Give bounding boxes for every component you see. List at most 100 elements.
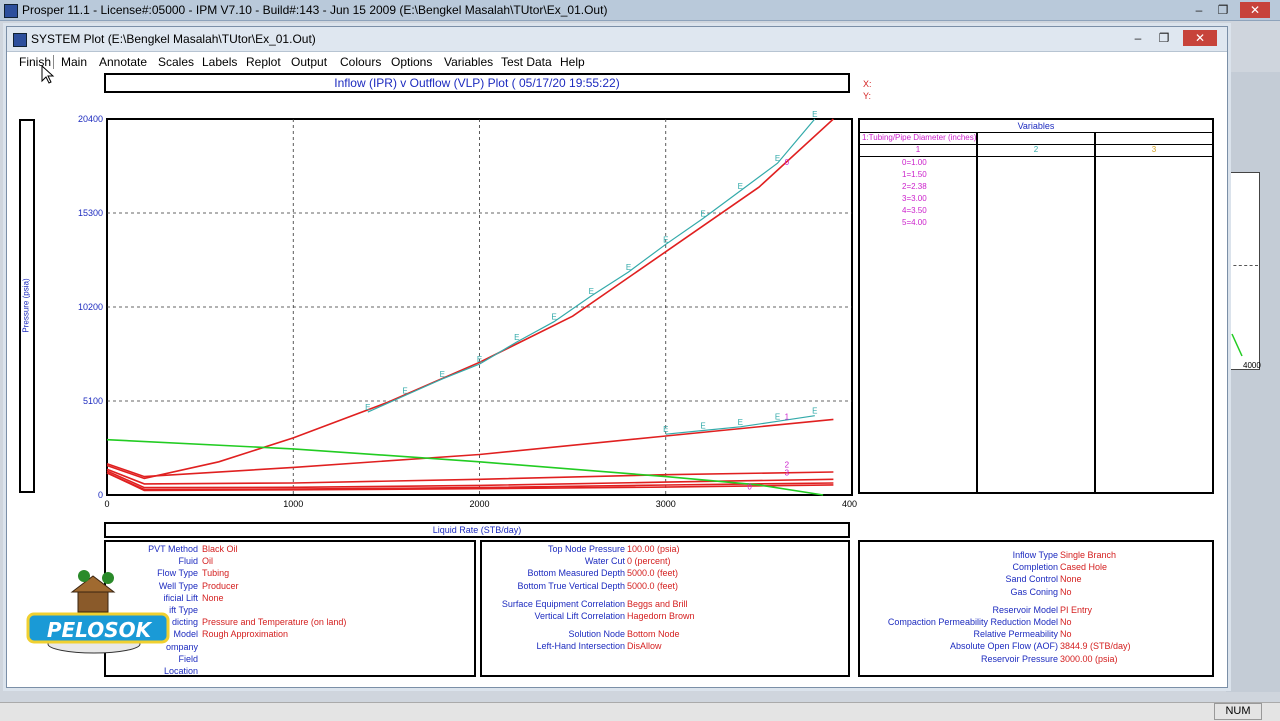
plot-minimize-icon[interactable]: – xyxy=(1127,30,1149,46)
menu-variables[interactable]: Variables xyxy=(444,55,493,69)
info-value: Cased Hole xyxy=(1060,562,1108,573)
plot-window-title-bar: SYSTEM Plot (E:\Bengkel Masalah\TUtor\Ex… xyxy=(7,27,1227,52)
test-data-point: E xyxy=(775,412,780,421)
info-label: Inflow Type xyxy=(1012,550,1058,560)
info-label: Solution Node xyxy=(568,629,625,640)
variables-panel: Variables 1:Tubing/Pipe Diameter (inches… xyxy=(858,118,1214,494)
background-axis-label: 4000 xyxy=(1243,361,1261,370)
variable-value: 1=1.50 xyxy=(902,170,927,179)
variable-value: 3=3.00 xyxy=(902,194,927,203)
variables-column-divider xyxy=(1094,132,1096,492)
variables-subheader: 1:Tubing/Pipe Diameter (inches) xyxy=(862,133,977,142)
restore-icon[interactable]: ❐ xyxy=(1212,2,1234,18)
test-data-point: E xyxy=(551,313,556,322)
menu-annotate[interactable]: Annotate xyxy=(99,55,147,69)
x-tick-label: 0 xyxy=(104,499,109,509)
menu-main[interactable]: Main xyxy=(61,55,87,69)
plot-restore-icon[interactable]: ❐ xyxy=(1153,30,1175,46)
status-bar xyxy=(0,702,1280,721)
test-data-point: E xyxy=(738,182,743,191)
menu-help[interactable]: Help xyxy=(560,55,585,69)
y-axis-label: Pressure (psia) xyxy=(21,278,31,333)
close-icon[interactable]: ✕ xyxy=(1240,2,1270,18)
info-label: Field xyxy=(178,653,198,664)
info-label: Top Node Pressure xyxy=(547,544,625,554)
info-label: Fluid xyxy=(178,556,198,567)
mouse-pointer-icon xyxy=(41,65,55,84)
pelosok-logo-text: PELOSOK xyxy=(46,618,152,642)
app-title-bar: Prosper 11.1 - License#:05000 - IPM V7.1… xyxy=(0,0,1280,21)
menu-scales[interactable]: Scales xyxy=(158,55,194,69)
info-label: Gas Coning xyxy=(1010,586,1058,597)
info-value: None xyxy=(1060,574,1082,585)
variables-divider xyxy=(860,156,1212,157)
pelosok-logo-graphic xyxy=(26,570,170,654)
info-value: No xyxy=(1060,629,1072,640)
menu-labels[interactable]: Labels xyxy=(202,55,237,69)
info-label: Vertical Lift Correlation xyxy=(534,611,625,621)
info-label: Relative Permeability xyxy=(973,629,1058,640)
variables-column-divider xyxy=(976,132,978,492)
info-value: Beggs and Brill xyxy=(627,598,688,609)
info-value: 100.00 (psia) xyxy=(627,544,680,554)
y-tick-label: 20400 xyxy=(78,114,103,124)
plot-close-icon[interactable]: ✕ xyxy=(1183,30,1217,46)
y-tick-label: 0 xyxy=(98,490,103,500)
ipr-vlp-chart[interactable]: 0 1000 2000 3000 4000 0 5100 10200 15300 20400 E E E… xyxy=(57,107,857,527)
app-title: Prosper 11.1 - License#:05000 - IPM V7.1… xyxy=(22,3,608,17)
plot-window-icon xyxy=(13,33,27,47)
test-data-point: E xyxy=(700,210,705,219)
info-label: Completion xyxy=(1012,562,1058,573)
curve-marker-label: 0 xyxy=(747,482,752,491)
test-data-point: E xyxy=(663,235,668,244)
menu-output[interactable]: Output xyxy=(291,55,327,69)
info-value: 0 (percent) xyxy=(627,556,671,567)
curve-marker-label: 0 xyxy=(785,158,790,167)
info-panel-inflow: Inflow Type Single Branch Completion Cased … xyxy=(858,540,1214,677)
x-tick-label: 4000 xyxy=(842,499,857,509)
variables-header: Variables xyxy=(860,120,1212,133)
info-value: 5000.0 (feet) xyxy=(627,568,679,579)
info-value: Oil xyxy=(202,556,213,567)
info-value: None xyxy=(202,592,224,603)
test-data-point: E xyxy=(700,421,705,430)
num-lock-indicator: NUM xyxy=(1214,703,1262,720)
info-value: Bottom Node xyxy=(627,629,680,640)
info-label: Reservoir Pressure xyxy=(980,653,1058,664)
info-label: Reservoir Model xyxy=(992,604,1058,615)
menu-replot[interactable]: Replot xyxy=(246,55,281,69)
info-value: 3000.00 (psia) xyxy=(1060,653,1118,664)
minimize-icon[interactable]: – xyxy=(1188,2,1210,18)
background-curve xyxy=(1231,333,1243,357)
info-value: DisAllow xyxy=(627,641,662,652)
menu-colours[interactable]: Colours xyxy=(340,55,381,69)
chart-title-box: Inflow (IPR) v Outflow (VLP) Plot ( 05/1… xyxy=(104,73,850,93)
test-data-point: E xyxy=(626,263,631,272)
test-data-point: E xyxy=(663,425,668,434)
cursor-x-readout: X: xyxy=(863,79,872,89)
info-value: Hagedorn Brown xyxy=(627,611,695,621)
info-panel-lift: Top Node Pressure 100.00 (psia) Water Cut 0… xyxy=(480,540,850,677)
background-window xyxy=(1226,72,1280,692)
chart-title: Inflow (IPR) v Outflow (VLP) Plot ( 05/1… xyxy=(334,76,620,90)
test-data-point: E xyxy=(775,154,780,163)
background-grid-line xyxy=(1228,265,1258,266)
info-label: Bottom True Vertical Depth xyxy=(517,580,625,591)
test-data-point: E xyxy=(812,110,817,119)
variables-column-2: 2 xyxy=(1033,145,1039,154)
y-tick-label: 15300 xyxy=(78,208,103,218)
info-label: Surface Equipment Correlation xyxy=(501,598,625,609)
variables-column-1: 1 xyxy=(915,145,921,154)
info-value: Single Branch xyxy=(1060,550,1117,560)
test-data-point: E xyxy=(738,418,743,427)
menu-options[interactable]: Options xyxy=(391,55,432,69)
app-icon xyxy=(4,4,18,18)
y-tick-label: 10200 xyxy=(78,302,103,312)
info-value: Tubing xyxy=(202,568,230,579)
plot-window-title: SYSTEM Plot (E:\Bengkel Masalah\TUtor\Ex… xyxy=(31,32,316,46)
menu-test-data[interactable]: Test Data xyxy=(501,55,552,69)
test-data-point: E xyxy=(812,407,817,416)
variable-value: 0=1.00 xyxy=(902,158,927,167)
variable-value: 4=3.50 xyxy=(902,206,927,215)
curve-marker-label: 3 xyxy=(785,469,790,478)
